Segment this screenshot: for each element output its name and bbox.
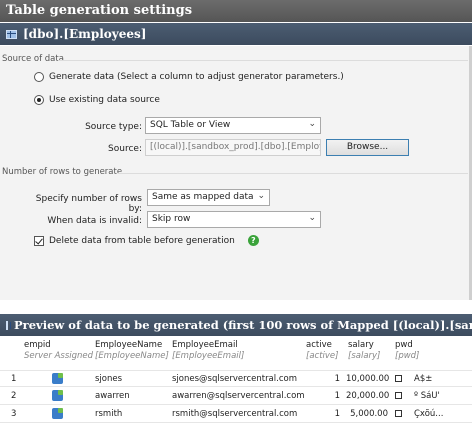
binary-icon [395, 392, 402, 399]
delete-data-checkbox[interactable] [34, 235, 44, 246]
binary-icon [395, 410, 402, 417]
active-value: 1 [334, 374, 340, 384]
salary-value: 20,000.00 [346, 391, 390, 401]
preview-header: Preview of data to be generated (first 1… [0, 314, 472, 336]
generate-data-option[interactable]: Generate data (Select a column to adjust… [34, 72, 344, 82]
employee-email: awarren@sqlservercentral.com [172, 391, 305, 401]
table-icon [6, 29, 17, 39]
active-value: 1 [334, 409, 340, 419]
preview-title: Preview of data to be generated (first 1… [14, 318, 472, 332]
source-label: Source: [108, 144, 142, 154]
table-row[interactable]: 1 sjones sjones@sqlservercentral.com 1 1… [0, 370, 472, 387]
source-type-value: SQL Table or View [150, 120, 231, 130]
existing-source-label: Use existing data source [49, 95, 160, 105]
grid-icon [6, 320, 11, 330]
column-source: [active] [306, 351, 339, 361]
employee-name: rsmith [95, 409, 123, 419]
invalid-data-label: When data is invalid: [47, 216, 142, 226]
specify-rows-value: Same as mapped data [152, 192, 254, 202]
row-number: 2 [11, 391, 17, 401]
source-section-label: Source of data [2, 54, 64, 64]
chevron-down-icon: ⌄ [308, 119, 316, 129]
salary-value: 5,000.00 [350, 409, 388, 419]
row-number: 1 [11, 374, 17, 384]
binary-icon [395, 375, 402, 382]
window-title: Table generation settings [0, 0, 472, 22]
specify-rows-select[interactable]: Same as mapped data ⌄ [147, 189, 270, 206]
table-name: [dbo].[Employees] [23, 27, 147, 41]
settings-panel: Source of data Generate data (Select a c… [0, 46, 472, 300]
column-name: EmployeeEmail [172, 340, 238, 350]
column-source: Server Assigned [24, 351, 94, 361]
chevron-down-icon: ⌄ [308, 213, 316, 223]
column-header-employeename: EmployeeName [EmployeeName] [95, 340, 169, 362]
column-name: active [306, 340, 332, 350]
column-header-salary: salary [salary] [348, 340, 380, 362]
column-source: [pwd] [395, 351, 420, 361]
column-header-active: active [active] [306, 340, 338, 362]
active-value: 1 [334, 391, 340, 401]
source-type-select[interactable]: SQL Table or View ⌄ [145, 117, 321, 134]
column-name: pwd [395, 340, 413, 350]
invalid-data-select[interactable]: Skip row ⌄ [147, 211, 321, 228]
employee-name: sjones [95, 374, 123, 384]
chevron-down-icon: ⌄ [257, 191, 265, 201]
rows-divider [118, 173, 468, 174]
table-row[interactable]: 3 rsmith rsmith@sqlservercentral.com 1 5… [0, 406, 472, 423]
existing-source-option[interactable]: Use existing data source [34, 95, 160, 105]
source-field[interactable]: [(local)].[sandbox_prod].[dbo].[Employee… [145, 139, 321, 156]
table-row[interactable]: 2 awarren awarren@sqlservercentral.com 1… [0, 388, 472, 405]
generate-data-label: Generate data (Select a column to adjust… [49, 72, 344, 82]
existing-source-radio[interactable] [34, 95, 44, 105]
column-header-employeeemail: EmployeeEmail [EmployeeEmail] [172, 340, 244, 362]
column-name: EmployeeName [95, 340, 163, 350]
help-icon[interactable]: ? [247, 235, 259, 246]
invalid-data-value: Skip row [152, 214, 191, 224]
generate-data-radio[interactable] [34, 72, 44, 82]
source-divider [58, 60, 468, 61]
delete-data-option[interactable]: Delete data from table before generation… [34, 235, 259, 246]
rows-section-label: Number of rows to generate [2, 167, 123, 177]
preview-grid: empid Server Assigned EmployeeName [Empl… [0, 337, 472, 441]
employee-email: sjones@sqlservercentral.com [172, 374, 297, 384]
server-assigned-icon [52, 373, 63, 384]
column-header-empid: empid Server Assigned [24, 340, 93, 362]
column-source: [salary] [348, 351, 381, 361]
server-assigned-icon [52, 390, 63, 401]
pwd-value: º SáU' [414, 391, 440, 401]
source-type-label: Source type: [85, 122, 142, 132]
table-header: [dbo].[Employees] [0, 23, 472, 45]
column-source: [EmployeeName] [95, 351, 169, 361]
salary-value: 10,000.00 [346, 374, 390, 384]
server-assigned-icon [52, 408, 63, 419]
pwd-value: A$± [414, 374, 433, 384]
column-header-pwd: pwd [pwd] [395, 340, 419, 362]
column-name: salary [348, 340, 374, 350]
column-name: empid [24, 340, 51, 350]
column-source: [EmployeeEmail] [172, 351, 245, 361]
employee-email: rsmith@sqlservercentral.com [172, 409, 298, 419]
specify-rows-label: Specify number of rows by: [35, 194, 142, 214]
employee-name: awarren [95, 391, 130, 401]
delete-data-label: Delete data from table before generation [49, 235, 235, 246]
pwd-value: Çxõú... [414, 409, 444, 419]
browse-button[interactable]: Browse... [326, 139, 409, 156]
row-number: 3 [11, 409, 17, 419]
